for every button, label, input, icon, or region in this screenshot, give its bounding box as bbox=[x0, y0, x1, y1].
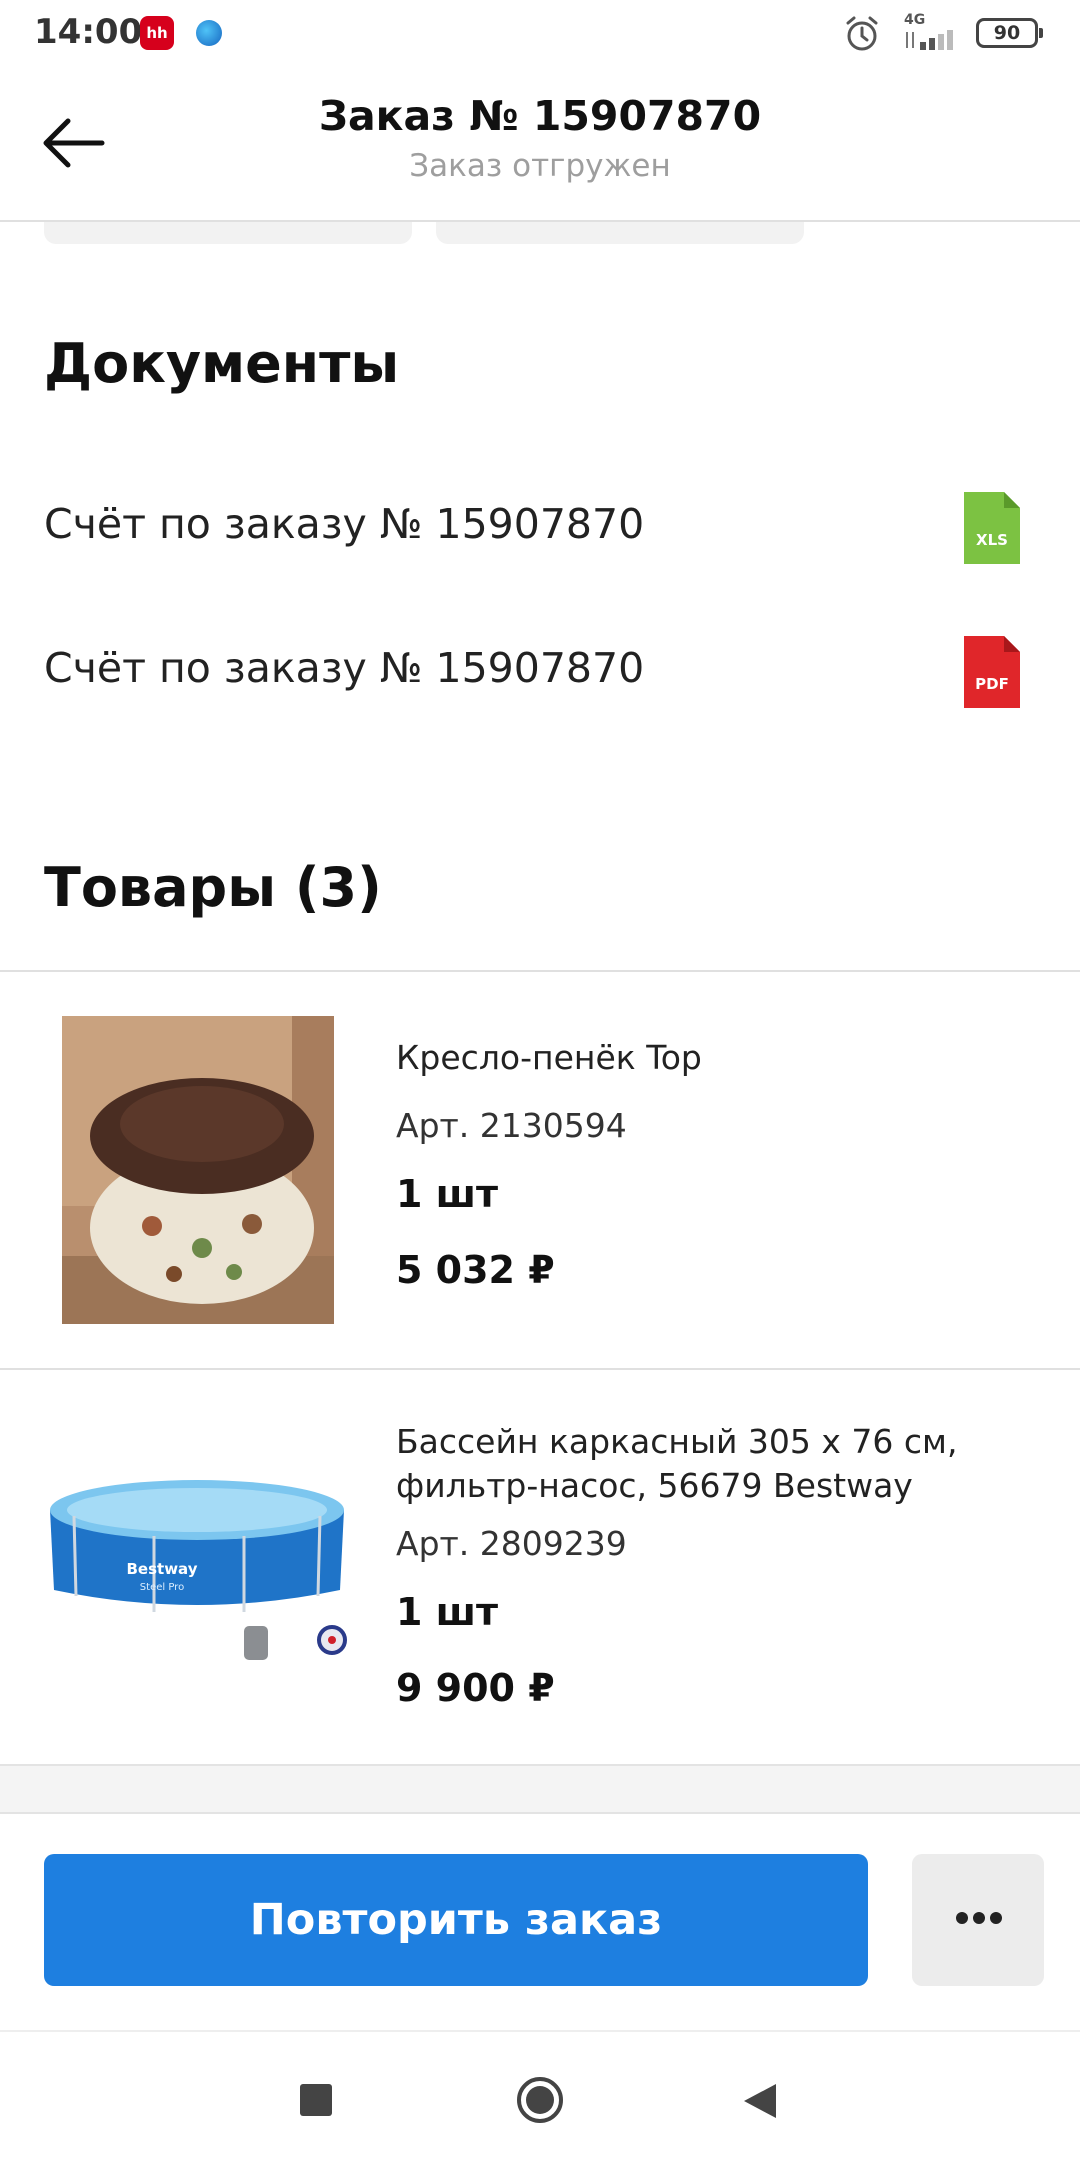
product-image-pouf bbox=[62, 1016, 334, 1324]
document-row-xls[interactable]: Счёт по заказу № 15907870 XLS bbox=[0, 464, 1080, 584]
back-triangle-icon[interactable] bbox=[742, 2082, 778, 2120]
documents-title: Документы bbox=[44, 332, 400, 395]
document-label: Счёт по заказу № 15907870 bbox=[44, 500, 645, 548]
document-label: Счёт по заказу № 15907870 bbox=[44, 644, 645, 692]
status-time: 14:00 bbox=[34, 12, 143, 52]
battery-icon: 90 bbox=[976, 18, 1043, 48]
repeat-order-button[interactable]: Повторить заказ bbox=[44, 1854, 868, 1986]
order-status: Заказ отгружен bbox=[409, 148, 671, 184]
product-image-pool: Bestway Steel Pro bbox=[44, 1440, 350, 1680]
more-horizontal-icon bbox=[956, 1912, 1002, 1926]
pool-brand-label: Bestway bbox=[126, 1560, 197, 1578]
section-separator bbox=[0, 1764, 1080, 1814]
app-header: Заказ № 15907870 Заказ отгружен bbox=[0, 66, 1080, 222]
document-row-pdf[interactable]: Счёт по заказу № 15907870 PDF bbox=[0, 608, 1080, 728]
xls-file-icon[interactable]: XLS bbox=[964, 492, 1020, 564]
home-icon[interactable] bbox=[516, 2076, 564, 2124]
product-price: 5 032 ₽ bbox=[396, 1248, 555, 1292]
product-article: Арт. 2130594 bbox=[396, 1106, 627, 1145]
hh-app-icon: hh bbox=[140, 16, 174, 50]
products-title: Товары (3) bbox=[44, 856, 382, 919]
browser-dot-icon bbox=[196, 20, 222, 46]
network-type: 4G bbox=[904, 12, 926, 28]
pdf-file-icon[interactable]: PDF bbox=[964, 636, 1020, 708]
product-name: Кресло-пенёк Top bbox=[396, 1038, 702, 1077]
order-details-screen: 14:00 hh 4G 90 Заказ № 15907870 Заказ от… bbox=[0, 0, 1080, 2160]
svg-text:XLS: XLS bbox=[976, 531, 1008, 549]
product-article: Арт. 2809239 bbox=[396, 1524, 627, 1563]
signal-icon: 4G bbox=[904, 12, 974, 50]
product-quantity: 1 шт bbox=[396, 1172, 499, 1216]
system-nav-bar bbox=[0, 2030, 1080, 2160]
more-button[interactable] bbox=[912, 1854, 1044, 1986]
product-item[interactable]: Кресло-пенёк Top Арт. 2130594 1 шт 5 032… bbox=[0, 972, 1080, 1368]
svg-text:PDF: PDF bbox=[975, 675, 1009, 693]
product-quantity: 1 шт bbox=[396, 1590, 499, 1634]
page-title: Заказ № 15907870 bbox=[318, 92, 762, 140]
product-price: 9 900 ₽ bbox=[396, 1666, 555, 1710]
alarm-icon bbox=[846, 16, 878, 51]
status-bar: 14:00 hh 4G 90 bbox=[0, 0, 1080, 66]
product-item[interactable]: Bestway Steel Pro Бассейн каркасный 305 … bbox=[0, 1370, 1080, 1764]
product-name: Бассейн каркасный 305 х 76 см, фильтр-на… bbox=[396, 1422, 958, 1505]
pool-sub-label: Steel Pro bbox=[140, 1582, 184, 1593]
recents-icon[interactable] bbox=[300, 2084, 332, 2116]
